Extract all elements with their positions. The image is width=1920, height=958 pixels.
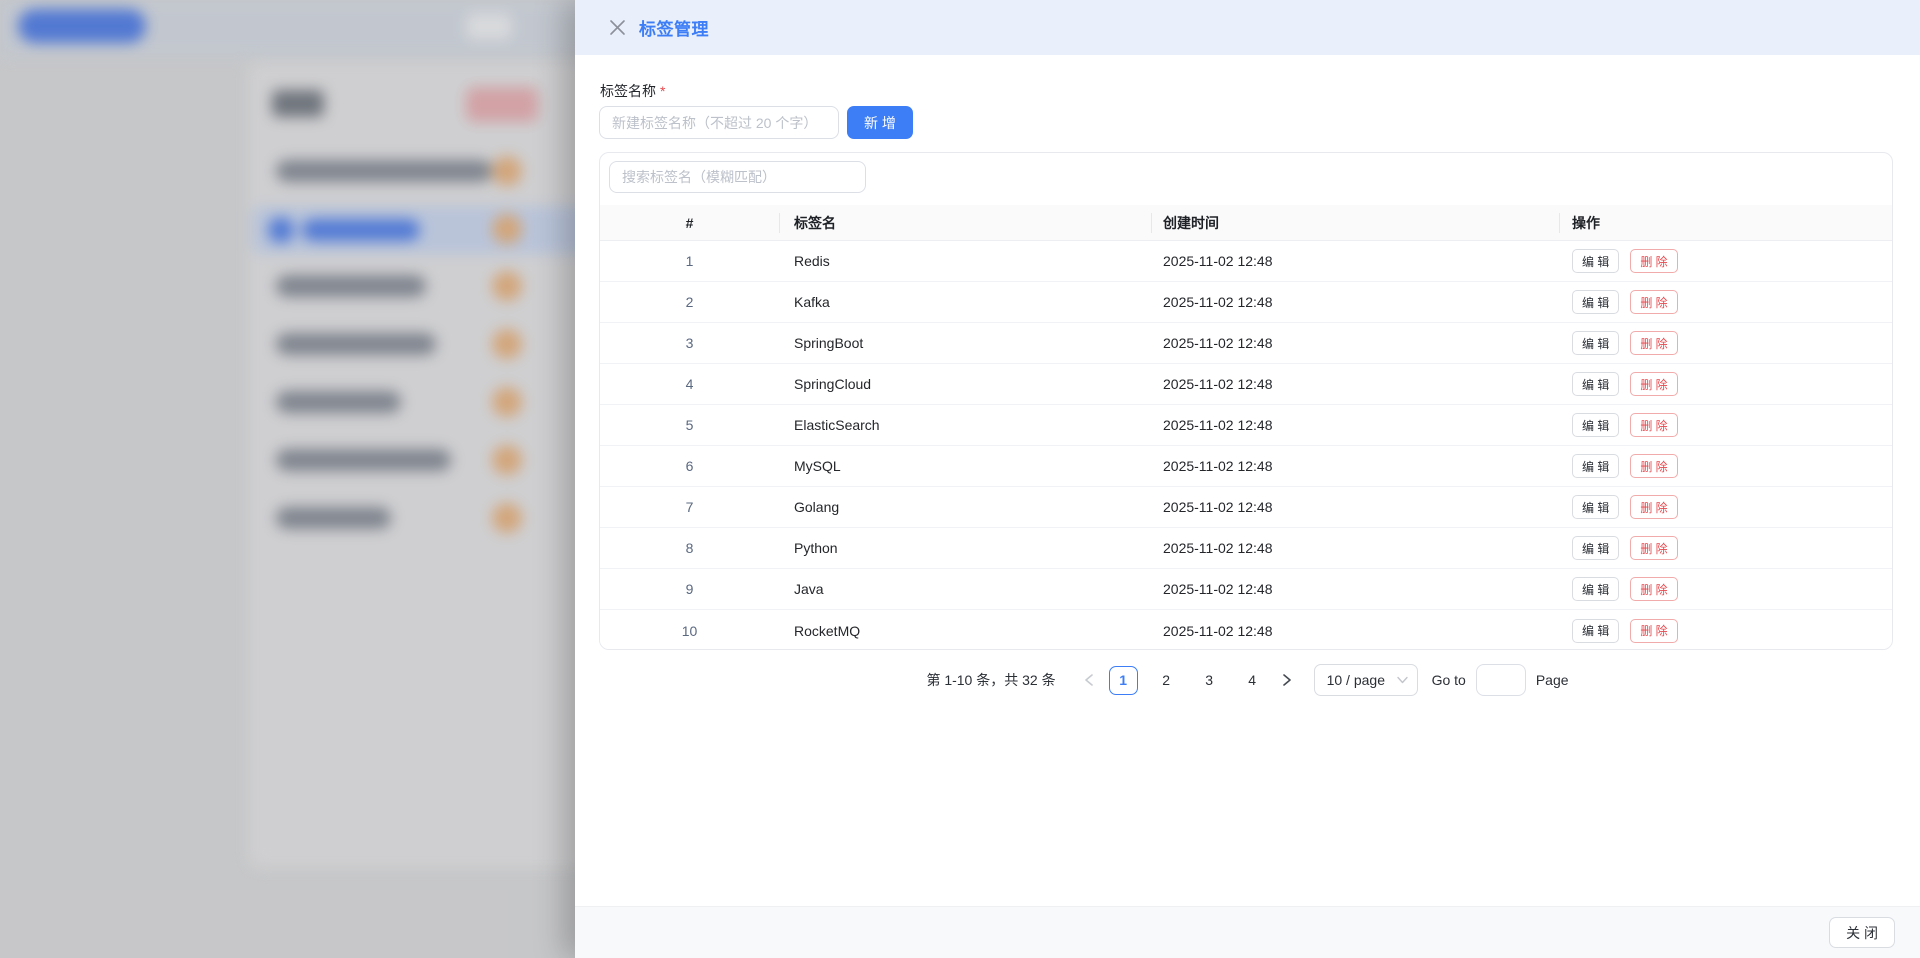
row-index: 6 bbox=[600, 458, 779, 474]
add-tag-button[interactable]: 新 增 bbox=[847, 106, 913, 139]
created-time: 2025-11-02 12:48 bbox=[1151, 294, 1559, 310]
table-row: 3 SpringBoot 2025-11-02 12:48 编 辑删 除 bbox=[600, 323, 1892, 364]
tag-name: SpringBoot bbox=[779, 335, 1151, 351]
row-index: 4 bbox=[600, 376, 779, 392]
tag-name: RocketMQ bbox=[779, 623, 1151, 639]
page-size-value: 10 / page bbox=[1327, 672, 1385, 688]
tag-name: Python bbox=[779, 540, 1151, 556]
delete-button[interactable]: 删 除 bbox=[1630, 619, 1677, 643]
delete-button[interactable]: 删 除 bbox=[1630, 413, 1677, 437]
edit-button[interactable]: 编 辑 bbox=[1572, 331, 1619, 355]
delete-button[interactable]: 删 除 bbox=[1630, 454, 1677, 478]
table-row: 4 SpringCloud 2025-11-02 12:48 编 辑删 除 bbox=[600, 364, 1892, 405]
edit-button[interactable]: 编 辑 bbox=[1572, 577, 1619, 601]
row-index: 5 bbox=[600, 417, 779, 433]
tag-name-label: 标签名称* bbox=[600, 81, 665, 101]
table-row: 1 Redis 2025-11-02 12:48 编 辑删 除 bbox=[600, 241, 1892, 282]
page-button-2[interactable]: 2 bbox=[1152, 666, 1181, 695]
search-tag-input[interactable] bbox=[609, 161, 866, 193]
drawer-title: 标签管理 bbox=[639, 15, 709, 40]
column-header-actions: 操作 bbox=[1559, 205, 1892, 240]
table-body: 1 Redis 2025-11-02 12:48 编 辑删 除 2 Kafka … bbox=[600, 241, 1892, 650]
page-button-3[interactable]: 3 bbox=[1195, 666, 1224, 695]
table-row: 6 MySQL 2025-11-02 12:48 编 辑删 除 bbox=[600, 446, 1892, 487]
row-index: 7 bbox=[600, 499, 779, 515]
page-button-4[interactable]: 4 bbox=[1238, 666, 1267, 695]
page-label: Page bbox=[1536, 672, 1569, 688]
table-row: 7 Golang 2025-11-02 12:48 编 辑删 除 bbox=[600, 487, 1892, 528]
created-time: 2025-11-02 12:48 bbox=[1151, 540, 1559, 556]
tag-name: Java bbox=[779, 581, 1151, 597]
row-index: 1 bbox=[600, 253, 779, 269]
column-header-index: # bbox=[600, 205, 779, 240]
tag-name: SpringCloud bbox=[779, 376, 1151, 392]
created-time: 2025-11-02 12:48 bbox=[1151, 253, 1559, 269]
table-row: 8 Python 2025-11-02 12:48 编 辑删 除 bbox=[600, 528, 1892, 569]
delete-button[interactable]: 删 除 bbox=[1630, 495, 1677, 519]
table-row: 5 ElasticSearch 2025-11-02 12:48 编 辑删 除 bbox=[600, 405, 1892, 446]
column-header-name: 标签名 bbox=[779, 205, 1151, 240]
new-tag-form: 新 增 bbox=[599, 106, 913, 139]
chevron-right-icon bbox=[1282, 674, 1292, 686]
created-time: 2025-11-02 12:48 bbox=[1151, 417, 1559, 433]
tag-management-drawer: 标签管理 标签名称* 新 增 # 标签名 创建时间 操作 1 Redis 202… bbox=[575, 0, 1920, 958]
delete-button[interactable]: 删 除 bbox=[1630, 331, 1677, 355]
page-size-select[interactable]: 10 / page bbox=[1314, 664, 1418, 696]
edit-button[interactable]: 编 辑 bbox=[1572, 249, 1619, 273]
chevron-left-icon bbox=[1084, 674, 1094, 686]
created-time: 2025-11-02 12:48 bbox=[1151, 499, 1559, 515]
required-mark: * bbox=[660, 83, 665, 99]
table-row: 10 RocketMQ 2025-11-02 12:48 编 辑删 除 bbox=[600, 610, 1892, 650]
row-index: 2 bbox=[600, 294, 779, 310]
tag-name: Kafka bbox=[779, 294, 1151, 310]
goto-label: Go to bbox=[1432, 672, 1466, 688]
pagination: 第 1-10 条，共 32 条 1 2 3 4 10 / page Go to … bbox=[575, 664, 1920, 696]
created-time: 2025-11-02 12:48 bbox=[1151, 623, 1559, 639]
tag-name: MySQL bbox=[779, 458, 1151, 474]
tag-name: Golang bbox=[779, 499, 1151, 515]
row-index: 3 bbox=[600, 335, 779, 351]
edit-button[interactable]: 编 辑 bbox=[1572, 413, 1619, 437]
pagination-total: 第 1-10 条，共 32 条 bbox=[926, 670, 1055, 690]
prev-page-button[interactable] bbox=[1076, 666, 1102, 694]
edit-button[interactable]: 编 辑 bbox=[1572, 454, 1619, 478]
edit-button[interactable]: 编 辑 bbox=[1572, 495, 1619, 519]
table-header: # 标签名 创建时间 操作 bbox=[600, 205, 1892, 241]
tag-name: Redis bbox=[779, 253, 1151, 269]
next-page-button[interactable] bbox=[1274, 666, 1300, 694]
drawer-footer: 关 闭 bbox=[575, 906, 1920, 958]
chevron-down-icon bbox=[1397, 676, 1408, 684]
row-index: 10 bbox=[600, 623, 779, 639]
edit-button[interactable]: 编 辑 bbox=[1572, 372, 1619, 396]
tag-table-card: # 标签名 创建时间 操作 1 Redis 2025-11-02 12:48 编… bbox=[599, 152, 1893, 650]
goto-page-input[interactable] bbox=[1476, 664, 1526, 696]
edit-button[interactable]: 编 辑 bbox=[1572, 619, 1619, 643]
delete-button[interactable]: 删 除 bbox=[1630, 290, 1677, 314]
column-header-created: 创建时间 bbox=[1151, 205, 1559, 240]
table-row: 9 Java 2025-11-02 12:48 编 辑删 除 bbox=[600, 569, 1892, 610]
created-time: 2025-11-02 12:48 bbox=[1151, 581, 1559, 597]
close-drawer-button[interactable]: 关 闭 bbox=[1829, 917, 1895, 948]
tag-name-label-text: 标签名称 bbox=[600, 83, 656, 99]
delete-button[interactable]: 删 除 bbox=[1630, 249, 1677, 273]
created-time: 2025-11-02 12:48 bbox=[1151, 335, 1559, 351]
delete-button[interactable]: 删 除 bbox=[1630, 536, 1677, 560]
edit-button[interactable]: 编 辑 bbox=[1572, 536, 1619, 560]
delete-button[interactable]: 删 除 bbox=[1630, 372, 1677, 396]
created-time: 2025-11-02 12:48 bbox=[1151, 458, 1559, 474]
drawer-header: 标签管理 bbox=[575, 0, 1920, 55]
tag-name: ElasticSearch bbox=[779, 417, 1151, 433]
table-row: 2 Kafka 2025-11-02 12:48 编 辑删 除 bbox=[600, 282, 1892, 323]
delete-button[interactable]: 删 除 bbox=[1630, 577, 1677, 601]
new-tag-input[interactable] bbox=[599, 106, 839, 139]
edit-button[interactable]: 编 辑 bbox=[1572, 290, 1619, 314]
created-time: 2025-11-02 12:48 bbox=[1151, 376, 1559, 392]
close-icon[interactable] bbox=[609, 19, 626, 36]
row-index: 8 bbox=[600, 540, 779, 556]
page-button-1[interactable]: 1 bbox=[1109, 666, 1138, 695]
row-index: 9 bbox=[600, 581, 779, 597]
